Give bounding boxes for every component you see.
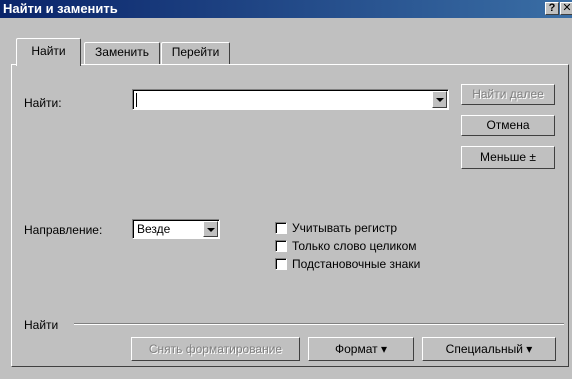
- match-case-checkbox[interactable]: [275, 222, 287, 234]
- less-button[interactable]: Меньше ±: [461, 146, 555, 169]
- find-next-button[interactable]: Найти далее: [461, 84, 555, 105]
- find-replace-dialog: Найти и заменить ? ✕ Найти Заменить Пере…: [0, 0, 572, 379]
- title-bar: Найти и заменить ? ✕: [0, 0, 572, 18]
- wildcards-label: Подстановочные знаки: [292, 257, 421, 271]
- find-input[interactable]: [132, 89, 449, 110]
- find-group-label: Найти: [24, 318, 59, 332]
- whole-word-label: Только слово целиком: [292, 239, 417, 253]
- text-caret: [136, 93, 137, 107]
- wildcards-checkbox[interactable]: [275, 258, 287, 270]
- clear-formatting-button[interactable]: Снять форматирование: [131, 337, 300, 361]
- direction-dropdown-arrow[interactable]: [203, 221, 218, 237]
- format-button[interactable]: Формат ▾: [308, 337, 414, 361]
- tab-replace[interactable]: Заменить: [84, 42, 160, 64]
- group-divider: [74, 323, 564, 325]
- find-dropdown-arrow[interactable]: [432, 91, 447, 108]
- close-button[interactable]: ✕: [560, 2, 572, 15]
- help-button[interactable]: ?: [545, 2, 559, 15]
- whole-word-checkbox[interactable]: [275, 240, 287, 252]
- special-button[interactable]: Специальный ▾: [422, 337, 556, 361]
- direction-value: Везде: [137, 222, 171, 236]
- window-title: Найти и заменить: [3, 1, 118, 16]
- match-case-label: Учитывать регистр: [292, 221, 398, 235]
- tab-find[interactable]: Найти: [16, 38, 81, 66]
- tab-goto[interactable]: Перейти: [161, 42, 230, 64]
- direction-select[interactable]: Везде: [132, 219, 220, 239]
- cancel-button[interactable]: Отмена: [461, 115, 555, 136]
